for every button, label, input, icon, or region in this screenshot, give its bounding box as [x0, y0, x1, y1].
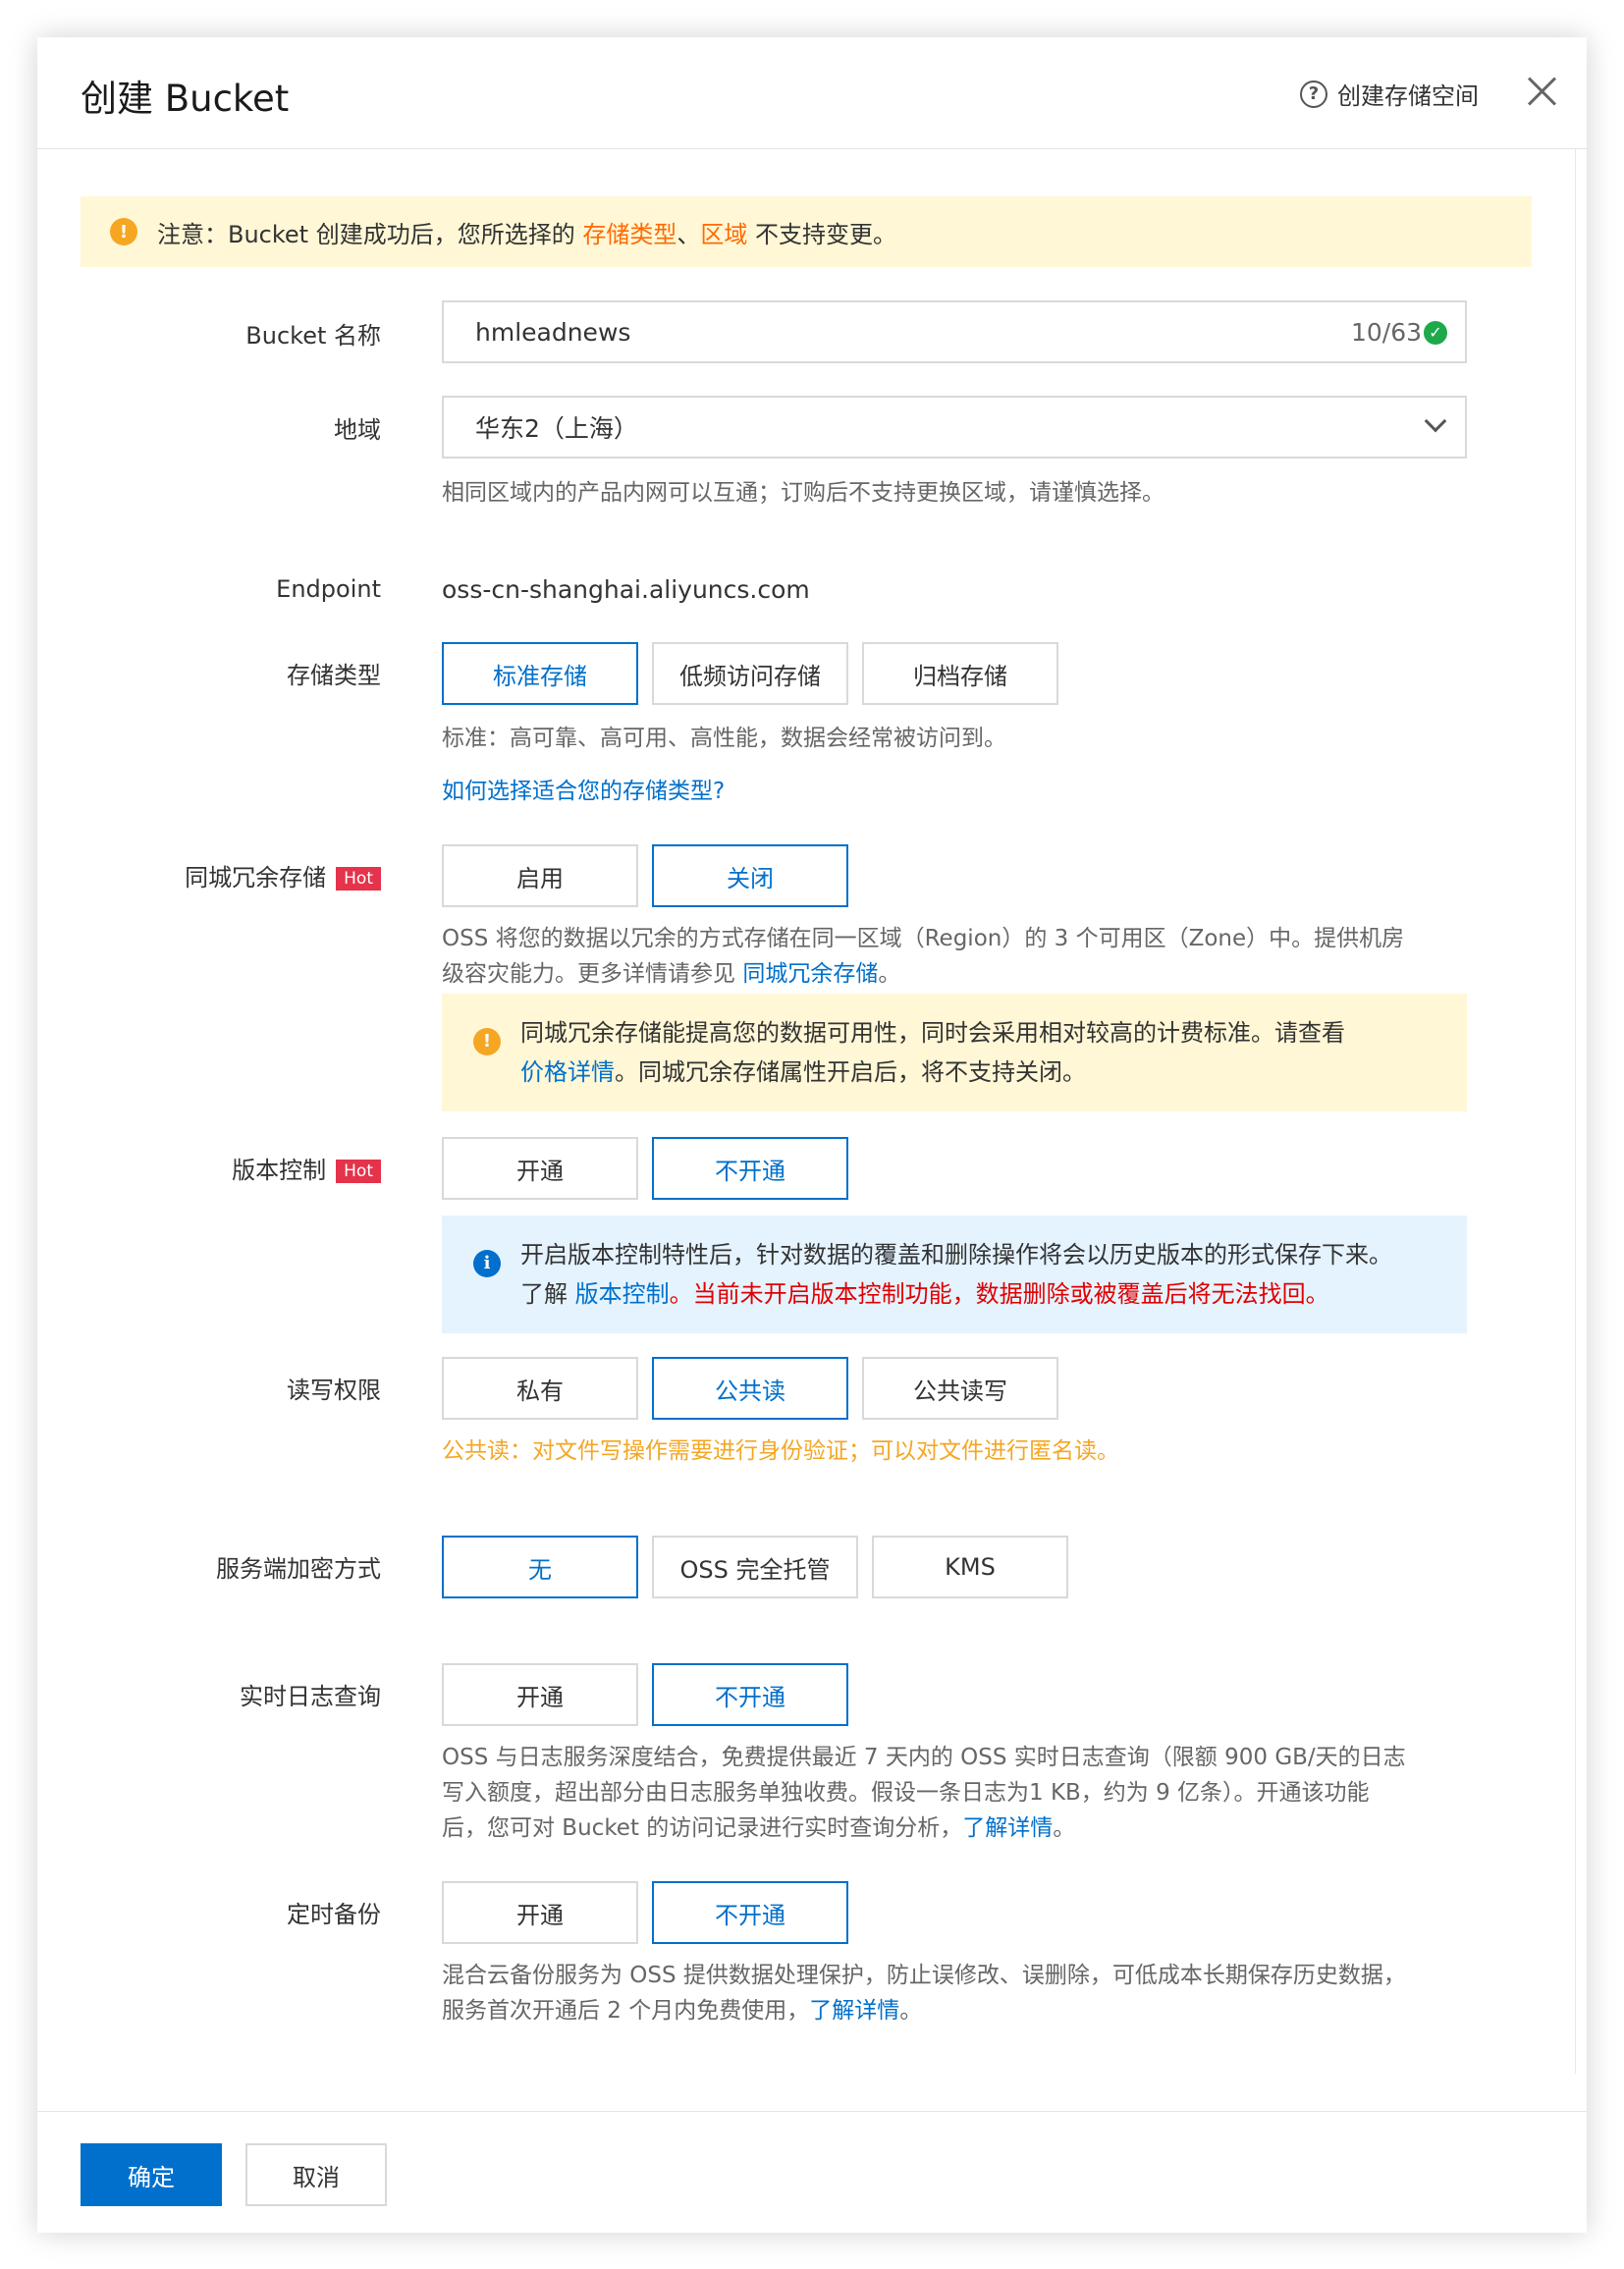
- notice-highlight-region: 区域: [700, 220, 748, 248]
- encryption-kms[interactable]: KMS: [872, 1536, 1068, 1598]
- dialog-footer: 确定 取消: [37, 2111, 1587, 2233]
- versioning-warning: 。当前未开启版本控制功能，数据删除或被覆盖后将无法找回。: [669, 1280, 1329, 1308]
- storage-class-archive[interactable]: 归档存储: [862, 642, 1058, 705]
- help-link[interactable]: ? 创建存储空间: [1300, 77, 1479, 111]
- backup-detail-link[interactable]: 了解详情: [809, 1998, 899, 2024]
- acl-warning: 公共读：对文件写操作需要进行身份验证；可以对文件进行匿名读。: [442, 1438, 1119, 1464]
- check-circle-icon: ✓: [1424, 320, 1447, 345]
- question-circle-icon: ?: [1300, 80, 1327, 108]
- backup-options: 开通 不开通: [442, 1881, 862, 1944]
- storage-class-standard[interactable]: 标准存储: [442, 642, 638, 705]
- zrs-help: OSS 将您的数据以冗余的方式存储在同一区域（Region）的 3 个可用区（Z…: [442, 926, 1405, 987]
- encryption-label: 服务端加密方式: [216, 1555, 381, 1583]
- hot-badge: Hot: [336, 1160, 381, 1183]
- realtime-log-help: OSS 与日志服务深度结合，免费提供最近 7 天内的 OSS 实时日志查询（限额…: [442, 1745, 1406, 1841]
- storage-class-help: 标准：高可靠、高可用、高性能，数据会经常被访问到。: [442, 726, 1006, 751]
- versioning-disable[interactable]: 不开通: [652, 1137, 848, 1200]
- region-value: 华东2（上海）: [475, 414, 638, 443]
- close-icon[interactable]: [1522, 71, 1561, 110]
- backup-label: 定时备份: [287, 1901, 381, 1928]
- zrs-enable[interactable]: 启用: [442, 844, 638, 907]
- confirm-button[interactable]: 确定: [81, 2143, 222, 2206]
- backup-disable[interactable]: 不开通: [652, 1881, 848, 1944]
- zrs-label: 同城冗余存储 Hot: [37, 858, 381, 892]
- notice-text: 注意：Bucket 创建成功后，您所选择的 存储类型、区域 不支持变更。: [157, 220, 896, 248]
- create-bucket-dialog: 创建 Bucket ? 创建存储空间 ! 注意：Bucket 创建成功后，您所选…: [37, 37, 1587, 2233]
- encryption-oss-managed[interactable]: OSS 完全托管: [652, 1536, 858, 1598]
- realtime-log-label: 实时日志查询: [240, 1683, 381, 1710]
- zrs-alert: ! 同城冗余存储能提高您的数据可用性，同时会采用相对较高的计费标准。请查看 价格…: [442, 994, 1467, 1111]
- zrs-doc-link[interactable]: 同城冗余存储: [742, 961, 878, 987]
- hot-badge: Hot: [336, 867, 381, 891]
- bucket-name-input[interactable]: hmleadnews 10/63 ✓: [442, 300, 1467, 363]
- realtime-log-enable[interactable]: 开通: [442, 1663, 638, 1726]
- notice-banner: ! 注意：Bucket 创建成功后，您所选择的 存储类型、区域 不支持变更。: [81, 196, 1532, 267]
- dialog-header: 创建 Bucket ? 创建存储空间: [37, 37, 1587, 149]
- acl-label: 读写权限: [287, 1377, 381, 1404]
- backup-help: 混合云备份服务为 OSS 提供数据处理保护，防止误修改、误删除，可低成本长期保存…: [442, 1963, 1406, 2024]
- acl-public-read[interactable]: 公共读: [652, 1357, 848, 1420]
- bucket-name-counter: 10/63 ✓: [1351, 318, 1447, 347]
- versioning-label: 版本控制 Hot: [37, 1151, 381, 1185]
- zrs-price-link[interactable]: 价格详情: [520, 1058, 615, 1086]
- notice-highlight-storage: 存储类型: [582, 220, 677, 248]
- exclamation-circle-icon: !: [473, 1028, 501, 1055]
- encryption-none[interactable]: 无: [442, 1536, 638, 1598]
- bucket-name-label: Bucket 名称: [245, 322, 381, 350]
- encryption-options: 无 OSS 完全托管 KMS: [442, 1536, 1082, 1598]
- versioning-enable[interactable]: 开通: [442, 1137, 638, 1200]
- realtime-log-disable[interactable]: 不开通: [652, 1663, 848, 1726]
- acl-options: 私有 公共读 公共读写: [442, 1357, 1072, 1420]
- cancel-button[interactable]: 取消: [245, 2143, 387, 2206]
- acl-public-read-write[interactable]: 公共读写: [862, 1357, 1058, 1420]
- realtime-log-options: 开通 不开通: [442, 1663, 862, 1726]
- zrs-options: 启用 关闭: [442, 844, 862, 907]
- storage-class-label: 存储类型: [287, 662, 381, 689]
- region-help: 相同区域内的产品内网可以互通；订购后不支持更换区域，请谨慎选择。: [442, 480, 1164, 506]
- help-link-label: 创建存储空间: [1337, 82, 1479, 110]
- region-select[interactable]: 华东2（上海）: [442, 396, 1467, 459]
- backup-enable[interactable]: 开通: [442, 1881, 638, 1944]
- endpoint-value: oss-cn-shanghai.aliyuncs.com: [442, 575, 810, 604]
- bucket-name-value: hmleadnews: [475, 317, 631, 347]
- endpoint-label: Endpoint: [276, 575, 381, 603]
- acl-private[interactable]: 私有: [442, 1357, 638, 1420]
- dialog-title: 创建 Bucket: [81, 78, 290, 120]
- storage-class-guide-link[interactable]: 如何选择适合您的存储类型?: [442, 774, 725, 809]
- region-label: 地域: [334, 416, 381, 444]
- exclamation-circle-icon: !: [110, 218, 137, 245]
- versioning-options: 开通 不开通: [442, 1137, 862, 1200]
- versioning-alert: i 开启版本控制特性后，针对数据的覆盖和删除操作将会以历史版本的形式保存下来。 …: [442, 1216, 1467, 1333]
- realtime-log-detail-link[interactable]: 了解详情: [962, 1815, 1053, 1841]
- zrs-disable[interactable]: 关闭: [652, 844, 848, 907]
- versioning-doc-link[interactable]: 版本控制: [575, 1280, 670, 1308]
- storage-class-options: 标准存储 低频访问存储 归档存储: [442, 642, 1072, 705]
- info-circle-icon: i: [473, 1250, 501, 1277]
- scrollbar-track[interactable]: [1575, 149, 1576, 2074]
- chevron-down-icon: [1424, 409, 1447, 433]
- storage-class-ia[interactable]: 低频访问存储: [652, 642, 848, 705]
